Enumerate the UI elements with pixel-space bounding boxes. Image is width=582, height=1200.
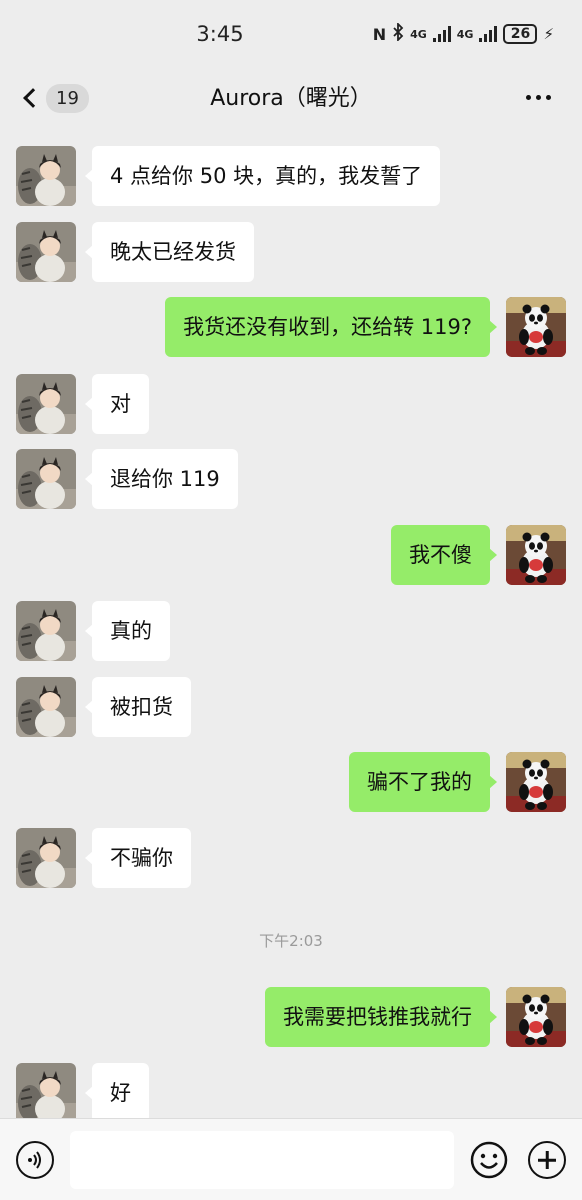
time-divider: 下午2:03 [259, 932, 323, 950]
signal-icon [479, 26, 498, 42]
message-row: 晚太已经发货 [0, 222, 582, 282]
message-row: 我货还没有收到，还给转 119? [0, 297, 582, 357]
contact-avatar[interactable] [16, 677, 76, 737]
received-message-bubble[interactable]: 真的 [85, 601, 170, 661]
status-bar: 3:45 N 4G 4G 26 ⚡ [0, 0, 582, 68]
message-row: 退给你 119 [0, 449, 582, 509]
charging-icon: ⚡ [543, 25, 554, 43]
my-avatar[interactable] [506, 525, 566, 585]
my-avatar[interactable] [506, 752, 566, 812]
my-avatar[interactable] [506, 987, 566, 1047]
network-type-label-1: 4G [410, 27, 427, 41]
received-message-bubble[interactable]: 退给你 119 [85, 449, 238, 509]
message-row: 对 [0, 374, 582, 434]
more-icon [525, 94, 531, 100]
sent-message-bubble[interactable]: 我货还没有收到，还给转 119? [165, 297, 497, 357]
message-row: 真的 [0, 601, 582, 661]
emoji-button[interactable] [470, 1141, 508, 1179]
network-type-label-2: 4G [456, 27, 474, 41]
received-message-bubble[interactable]: 被扣货 [85, 677, 191, 737]
received-message-bubble[interactable]: 好 [85, 1063, 149, 1123]
my-avatar[interactable] [506, 297, 566, 357]
message-row: 4 点给你 50 块，真的，我发誓了 [0, 146, 582, 206]
signal-icon [432, 26, 451, 42]
received-message-bubble[interactable]: 晚太已经发货 [85, 222, 254, 282]
sent-message-bubble[interactable]: 我需要把钱推我就行 [265, 987, 497, 1047]
sent-message-bubble[interactable]: 骗不了我的 [349, 752, 497, 812]
message-row: 我需要把钱推我就行 [0, 987, 582, 1047]
message-row: 骗不了我的 [0, 752, 582, 812]
voice-button[interactable] [16, 1141, 54, 1179]
contact-avatar[interactable] [16, 1063, 76, 1123]
chat-title: Aurora（曙光） [210, 86, 372, 111]
sent-message-bubble[interactable]: 我不傻 [391, 525, 497, 585]
chat-header: 19 Aurora（曙光） [0, 68, 582, 128]
voice-icon [28, 1151, 41, 1169]
message-row: 被扣货 [0, 677, 582, 737]
status-icons: N 4G 4G 26 ⚡ [372, 21, 554, 46]
contact-avatar[interactable] [16, 601, 76, 661]
battery-level: 26 [510, 26, 531, 42]
contact-avatar[interactable] [16, 828, 76, 888]
emoji-icon [470, 1141, 508, 1179]
message-input[interactable] [70, 1131, 454, 1189]
more-button[interactable] [518, 82, 558, 112]
message-row: 不骗你 [0, 828, 582, 888]
input-bar [0, 1118, 582, 1200]
contact-avatar[interactable] [16, 146, 76, 206]
contact-avatar[interactable] [16, 374, 76, 434]
plus-button[interactable] [528, 1141, 566, 1179]
battery-icon: 26 [503, 24, 538, 44]
chat-message-list[interactable]: 4 点给你 50 块，真的，我发誓了 晚太已经发货 我货还没有收到，还给转 11… [0, 128, 582, 1123]
bluetooth-icon [392, 21, 404, 45]
nfc-icon: N [372, 24, 387, 44]
message-row: 我不傻 [0, 525, 582, 585]
received-message-bubble[interactable]: 不骗你 [85, 828, 191, 888]
received-message-bubble[interactable]: 4 点给你 50 块，真的，我发誓了 [84, 146, 441, 206]
received-message-bubble[interactable]: 对 [85, 374, 149, 434]
message-row: 好 [0, 1063, 582, 1123]
contact-avatar[interactable] [16, 449, 76, 509]
contact-avatar[interactable] [16, 222, 76, 282]
